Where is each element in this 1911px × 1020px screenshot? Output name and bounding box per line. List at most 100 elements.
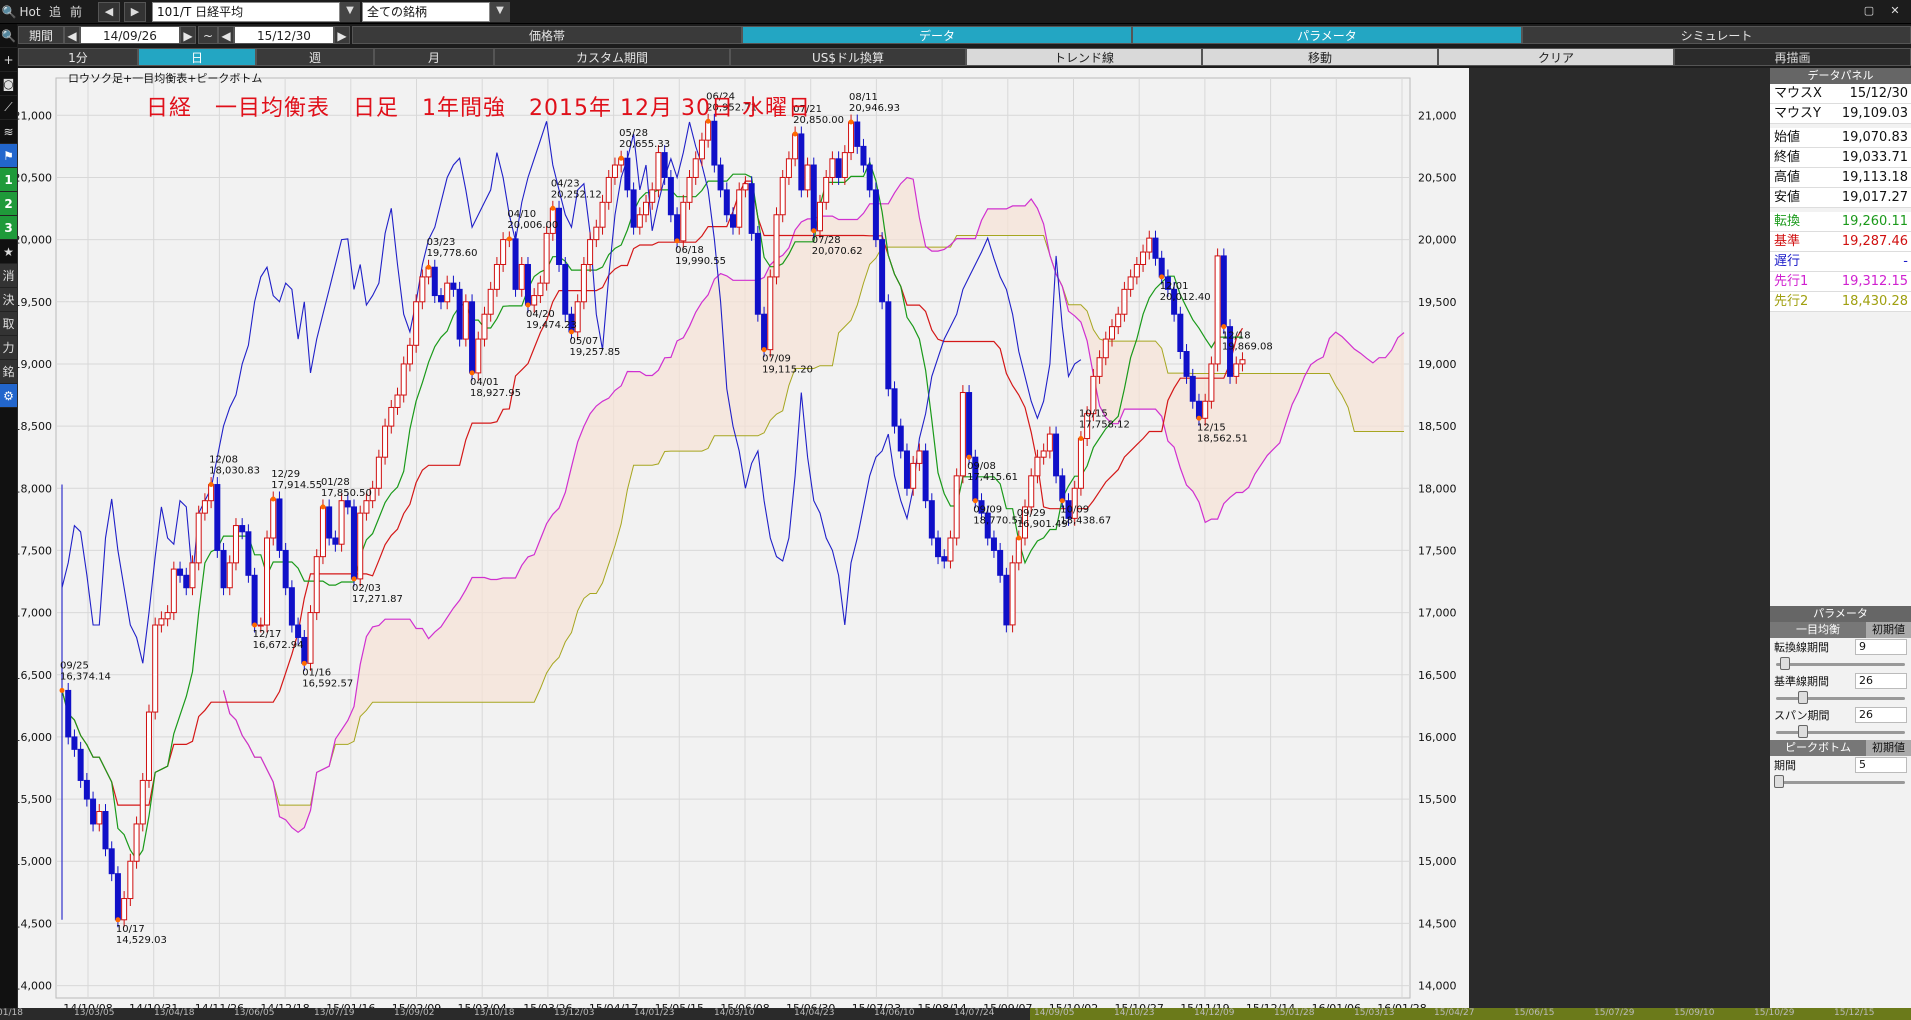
usd-convert-button[interactable]: US$ドル換算	[730, 48, 966, 66]
tenkan-slider-knob[interactable]	[1780, 657, 1791, 670]
timeframe-day-button[interactable]: 日	[138, 48, 256, 66]
candle-body	[481, 313, 488, 340]
candle-body	[872, 189, 879, 241]
kijun-slider-knob[interactable]	[1798, 691, 1809, 704]
trendline-button[interactable]: トレンド線	[966, 48, 1202, 66]
take-icon[interactable]: 取	[0, 312, 17, 336]
tab-simulate[interactable]: シミュレート	[1522, 26, 1911, 44]
date-to-next-icon[interactable]: ▶	[334, 26, 350, 44]
peak-bottom-marker	[115, 917, 121, 923]
ichimoku-tab[interactable]: 一目均衡	[1770, 622, 1866, 638]
tilde-label: ~	[198, 26, 218, 44]
date-from-prev-icon[interactable]: ◀	[64, 26, 80, 44]
span-slider-knob[interactable]	[1798, 725, 1809, 738]
y-tick-label-right: 20,500	[1418, 171, 1457, 184]
universe-dropdown-icon[interactable]: ▼	[490, 2, 510, 22]
peak-date-label: 12/01	[1160, 281, 1189, 292]
symbol-dropdown-icon[interactable]: ▼	[340, 2, 360, 22]
peak-bottom-marker	[1078, 436, 1084, 442]
peak-bottom-tab[interactable]: ピークボトム	[1770, 740, 1866, 756]
peak-slider-knob[interactable]	[1774, 775, 1784, 788]
ichimoku-chart[interactable]: 14,000 14,000 14,500 14,500 15,000 15,000 15,5…	[18, 68, 1769, 1008]
universe-field[interactable]: 全ての銘柄	[362, 2, 490, 22]
prev-label-button[interactable]: 前	[66, 2, 86, 22]
init-value-button[interactable]: 初期値	[1866, 622, 1911, 638]
tenkan-period-label: 転換線期間	[1774, 641, 1829, 654]
star-icon[interactable]: ★	[0, 240, 17, 264]
peak-bottom-marker	[59, 687, 65, 693]
brand-icon[interactable]: 銘	[0, 360, 17, 384]
next-arrow-icon[interactable]: ▶	[124, 2, 146, 22]
three-icon[interactable]: 3	[0, 216, 17, 240]
timeline-date-label: 14/01/23	[634, 1008, 675, 1018]
tenkan-period-slider[interactable]	[1774, 656, 1907, 672]
custom-period-button[interactable]: カスタム期間	[494, 48, 730, 66]
candle-body	[295, 624, 302, 638]
candle-body	[649, 189, 656, 203]
trendline-icon[interactable]: ⟋	[0, 96, 17, 120]
peak-period-input[interactable]: 5	[1855, 757, 1907, 773]
plus-icon[interactable]: +	[0, 48, 17, 72]
prev-arrow-icon[interactable]: ◀	[98, 2, 120, 22]
search-icon[interactable]: 🔍	[0, 24, 17, 48]
minimize-icon[interactable]: ▢	[1858, 2, 1880, 22]
span-period-label: スパン期間	[1774, 709, 1830, 722]
add-button[interactable]: 追	[46, 2, 64, 22]
date-to-field[interactable]: 15/12/30	[234, 26, 334, 44]
peak-period-slider[interactable]	[1774, 774, 1907, 790]
data-panel-row: 安値 19,017.27	[1770, 188, 1911, 208]
date-to-prev-icon[interactable]: ◀	[218, 26, 234, 44]
peak-bottom-marker	[618, 155, 624, 161]
kijun-period-input[interactable]: 26	[1855, 673, 1907, 689]
top-toolbar: 🔍 Hot 追 前 ◀ ▶ 101/T 日経平均 ▼ 全ての銘柄 ▼ ▢ ✕	[0, 0, 1911, 24]
span-period-input[interactable]: 26	[1855, 707, 1907, 723]
timeline-date-label: 13/04/18	[154, 1008, 195, 1018]
date-from-field[interactable]: 14/09/26	[80, 26, 180, 44]
timeline-date-label: 13/12/03	[554, 1008, 595, 1018]
tab-price-band[interactable]: 価格帯	[352, 26, 742, 44]
redraw-button[interactable]: 再描画	[1674, 48, 1911, 66]
clear-button[interactable]: クリア	[1438, 48, 1674, 66]
candle-body	[643, 201, 650, 216]
tab-parameters[interactable]: パラメータ	[1132, 26, 1522, 44]
symbol-field[interactable]: 101/T 日経平均	[152, 2, 340, 22]
tenkan-period-input[interactable]: 9	[1855, 639, 1907, 655]
candle-body	[711, 120, 718, 166]
tab-data[interactable]: データ	[742, 26, 1132, 44]
candle-body	[1133, 263, 1140, 278]
kijun-period-slider[interactable]	[1774, 690, 1907, 706]
timeline-date-label: 14/10/23	[1114, 1008, 1155, 1018]
timeline-date-label: 13/06/05	[234, 1008, 275, 1018]
bottom-scroll-timeline[interactable]: /01/18 13/03/05 13/04/18 13/06/05 13/07/19 13…	[0, 1008, 1911, 1020]
settle-icon[interactable]: 決	[0, 288, 17, 312]
candle-body	[1059, 475, 1066, 502]
timeframe-week-button[interactable]: 週	[256, 48, 374, 66]
channel-icon[interactable]: ≋	[0, 120, 17, 144]
timeline-date-label: 14/06/10	[874, 1008, 915, 1018]
candle-body	[276, 498, 283, 551]
candle-body	[413, 301, 420, 346]
timeframe-1min-button[interactable]: 1分	[18, 48, 138, 66]
two-icon[interactable]: 2	[0, 192, 17, 216]
timeline-date-label: 13/09/02	[394, 1008, 435, 1018]
gear-icon[interactable]: ⚙	[0, 384, 17, 408]
date-from-next-icon[interactable]: ▶	[180, 26, 196, 44]
flag-icon[interactable]: ⚑	[0, 144, 17, 168]
chart-area[interactable]: 14,000 14,000 14,500 14,500 15,000 15,000 15,5…	[18, 68, 1469, 1018]
one-icon[interactable]: 1	[0, 168, 17, 192]
timeframe-month-button[interactable]: 月	[374, 48, 494, 66]
peak-init-value-button[interactable]: 初期値	[1866, 740, 1911, 756]
peak-value-label: 16,592.57	[302, 678, 353, 689]
close-icon[interactable]: ✕	[1884, 2, 1906, 22]
erase-icon[interactable]: 消	[0, 264, 17, 288]
parameter-panel-title: パラメータ	[1770, 606, 1911, 622]
candle-body	[1046, 433, 1053, 452]
camera-icon[interactable]: ◙	[0, 72, 17, 96]
power-icon[interactable]: 力	[0, 336, 17, 360]
span-period-slider[interactable]	[1774, 724, 1907, 740]
candle-body	[189, 562, 196, 589]
peak-value-label: 20,252.12	[551, 189, 602, 200]
move-button[interactable]: 移動	[1202, 48, 1438, 66]
hot-button[interactable]: Hot	[16, 2, 44, 22]
peak-value-label: 19,257.85	[569, 347, 620, 358]
